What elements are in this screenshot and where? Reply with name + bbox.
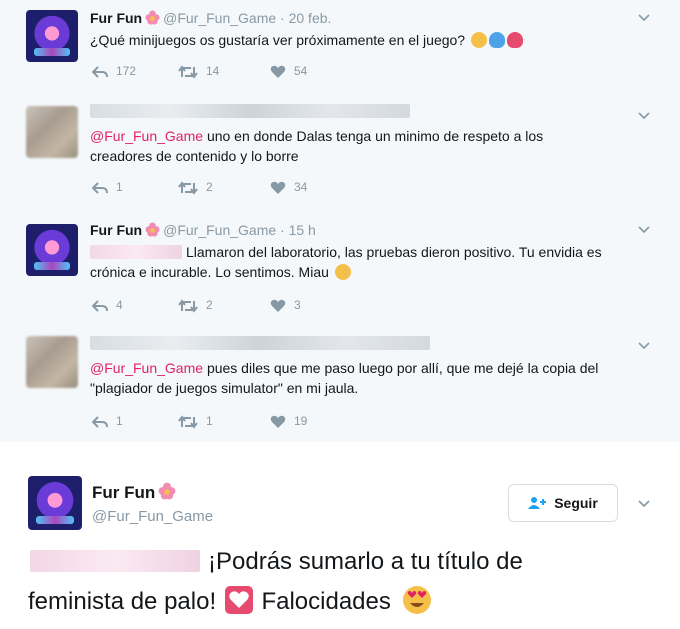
reply-icon — [91, 416, 108, 428]
chevron-down-icon[interactable] — [638, 14, 650, 22]
handle[interactable]: @Fur_Fun_Game — [92, 508, 213, 525]
flower-emoji-icon — [145, 10, 160, 25]
retweet-button[interactable]: 14 — [178, 64, 219, 79]
tweet-header: Fur Fun @Fur_Fun_Game · 20 feb. — [90, 10, 331, 26]
follow-button[interactable]: Seguir — [508, 484, 618, 522]
featured-name-row: Fur Fun — [92, 482, 179, 503]
redacted-username — [90, 104, 410, 118]
like-button[interactable]: 3 — [270, 298, 301, 313]
timestamp[interactable]: · 15 h — [280, 222, 316, 238]
avatar[interactable] — [26, 106, 78, 158]
redacted-mention — [30, 550, 200, 572]
avatar[interactable] — [28, 476, 82, 530]
featured-text-line1: ¡Podrás sumarlo a tu título de — [208, 548, 523, 575]
chevron-down-icon[interactable] — [638, 342, 650, 350]
avatar[interactable] — [26, 224, 78, 276]
retweet-icon — [178, 415, 198, 429]
tweet-1[interactable]: Fur Fun @Fur_Fun_Game · 20 feb. ¿Qué mini… — [0, 0, 680, 95]
reply-button[interactable]: 1 — [91, 180, 123, 195]
retweet-button[interactable]: 2 — [178, 180, 213, 195]
featured-text-line2: feminista de palo! Falocidades — [28, 584, 432, 620]
like-button[interactable]: 54 — [270, 64, 307, 79]
heart-icon — [270, 65, 286, 78]
kissing-emoji-icon — [470, 32, 487, 48]
heart-emoji-icon — [224, 586, 253, 614]
retweet-button[interactable]: 1 — [178, 414, 213, 429]
mention-link[interactable]: @Fur_Fun_Game — [90, 360, 203, 376]
tweet-2[interactable]: @Fur_Fun_Game uno en donde Dalas tenga u… — [0, 94, 680, 211]
tweet-4[interactable]: @Fur_Fun_Game pues diles que me paso lue… — [0, 324, 680, 443]
reply-button[interactable]: 4 — [91, 298, 123, 313]
handle[interactable]: @Fur_Fun_Game — [163, 10, 276, 26]
avatar[interactable] — [26, 336, 78, 388]
reply-icon — [91, 300, 108, 312]
timestamp[interactable]: · 20 feb. — [280, 10, 331, 26]
mention-link[interactable]: @Fur_Fun_Game — [90, 128, 203, 144]
flower-emoji-icon — [145, 222, 160, 237]
handle[interactable]: @Fur_Fun_Game — [163, 222, 276, 238]
blue-heart-icon — [488, 32, 505, 48]
tweet-text: @Fur_Fun_Game pues diles que me paso lue… — [90, 360, 599, 396]
flower-emoji-icon — [158, 482, 176, 500]
crying-cat-emoji-icon — [334, 264, 351, 280]
reply-icon — [91, 66, 108, 78]
tweet-text: @Fur_Fun_Game uno en donde Dalas tenga u… — [90, 128, 544, 164]
chevron-down-icon[interactable] — [638, 112, 650, 120]
avatar[interactable] — [26, 10, 78, 62]
display-name[interactable]: Fur Fun — [90, 222, 142, 238]
reply-icon — [91, 182, 108, 194]
display-name[interactable]: Fur Fun — [92, 483, 155, 502]
tweet-text: Llamaron del laboratorio, las pruebas di… — [90, 244, 602, 280]
chevron-down-icon[interactable] — [638, 500, 650, 508]
like-button[interactable]: 19 — [270, 414, 307, 429]
retweet-icon — [178, 181, 198, 195]
follow-label: Seguir — [554, 495, 598, 511]
display-name[interactable]: Fur Fun — [90, 10, 142, 26]
like-button[interactable]: 34 — [270, 180, 307, 195]
retweet-icon — [178, 65, 198, 79]
heart-icon — [270, 181, 286, 194]
featured-tweet[interactable]: Fur Fun @Fur_Fun_Game Seguir ¡Podrás sum… — [0, 442, 680, 629]
chevron-down-icon[interactable] — [638, 226, 650, 234]
retweet-icon — [178, 299, 198, 313]
heart-icon — [270, 299, 286, 312]
heart-icon — [270, 415, 286, 428]
tweet-header: Fur Fun @Fur_Fun_Game · 15 h — [90, 222, 316, 238]
sparkling-heart-icon — [506, 32, 523, 48]
tweet-text: ¿Qué minijuegos os gustaría ver próximam… — [90, 30, 650, 50]
reply-button[interactable]: 1 — [91, 414, 123, 429]
reply-button[interactable]: 172 — [91, 64, 136, 79]
redacted-username — [90, 336, 430, 350]
retweet-button[interactable]: 2 — [178, 298, 213, 313]
tweet-3[interactable]: Fur Fun @Fur_Fun_Game · 15 h Llamaron del… — [0, 210, 680, 325]
heart-eyes-emoji-icon — [402, 586, 431, 614]
add-person-icon — [528, 497, 547, 509]
